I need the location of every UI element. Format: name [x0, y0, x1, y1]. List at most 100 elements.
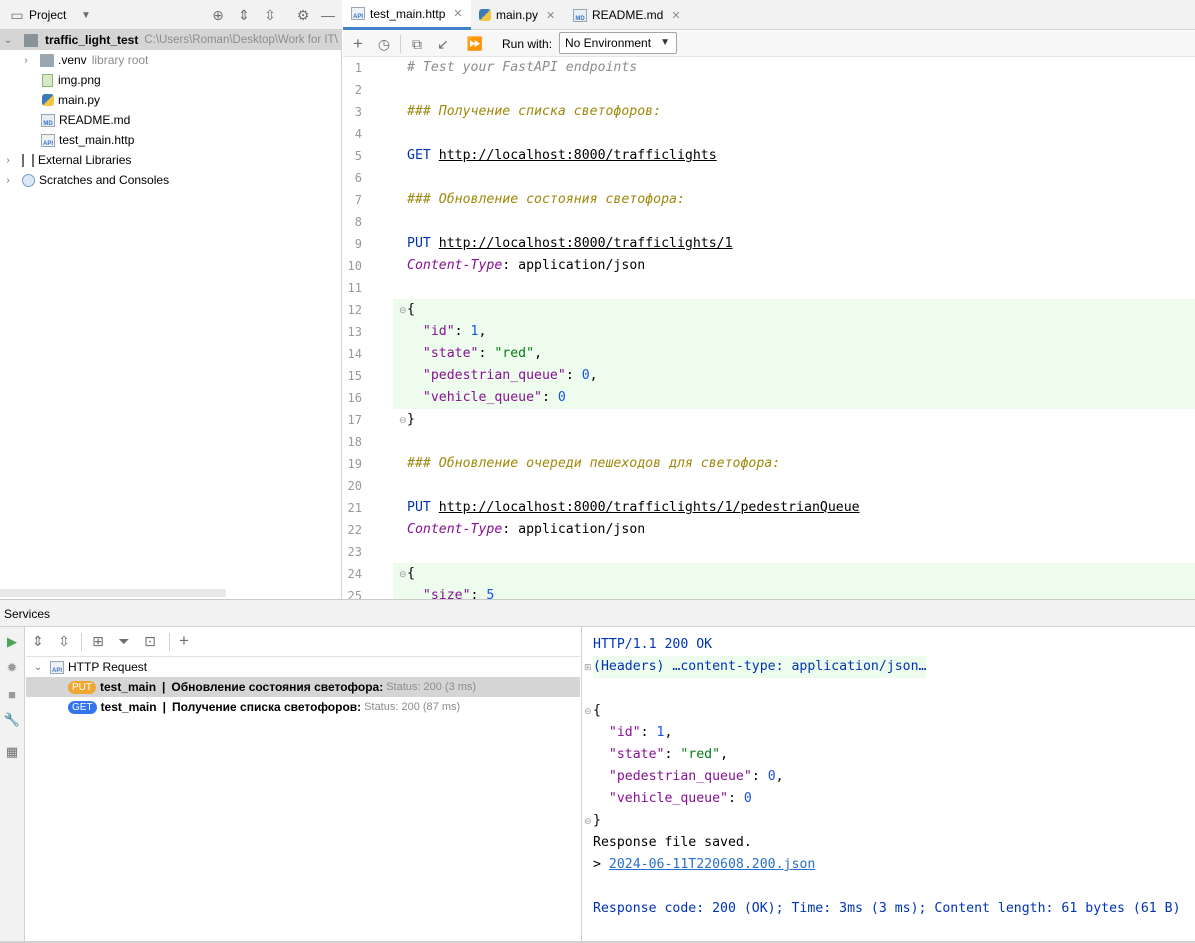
request-url[interactable]: http://localhost:8000/trafficlights	[439, 148, 717, 163]
method-badge: GET	[68, 700, 97, 714]
collapse-all-icon[interactable]: ⇳	[56, 633, 72, 649]
filter-icon[interactable]: ⏷	[116, 633, 132, 649]
code-line: "id": 1,	[422, 324, 487, 339]
request-title: Получение списка светофоров:	[171, 700, 362, 714]
fold-icon[interactable]: ⊖	[399, 305, 407, 316]
expand-all-icon[interactable]: ⇕	[30, 633, 46, 649]
minimize-icon[interactable]: —	[320, 7, 336, 23]
gear-icon[interactable]: ⚙	[295, 7, 311, 23]
http-method: GET	[407, 148, 431, 163]
run-icon[interactable]: ▶	[4, 634, 20, 650]
line-number: 7	[354, 193, 362, 207]
json-key: "vehicle_queue"	[608, 791, 728, 806]
close-icon[interactable]: ✕	[546, 9, 555, 22]
line-number: 22	[347, 523, 362, 537]
request-url[interactable]: http://localhost:8000/trafficlights/1/pe…	[439, 500, 860, 515]
add-request-icon[interactable]: +	[350, 34, 366, 53]
close-icon[interactable]: ✕	[671, 9, 680, 22]
chevron-right-icon[interactable]: ›	[20, 55, 32, 66]
response-panel[interactable]: HTTP/1.1 200 OK ⊞ (Headers) …content-typ…	[581, 627, 1195, 943]
expand-all-icon[interactable]: ⇕	[236, 7, 252, 23]
add-service-icon[interactable]: +	[176, 631, 192, 650]
header-value: : application/json	[502, 258, 646, 273]
fold-icon[interactable]: ⊖	[399, 415, 407, 426]
line-number: 6	[354, 171, 362, 185]
chevron-right-icon[interactable]: ›	[2, 155, 14, 166]
code-line: }	[407, 412, 415, 427]
tree-item-http-request[interactable]: ⌄ API HTTP Request	[26, 657, 580, 677]
new-tab-icon[interactable]: ⊡	[142, 633, 158, 649]
json-key: "id"	[608, 725, 641, 740]
tree-item-scratches[interactable]: › Scratches and Consoles	[0, 170, 342, 190]
copy-icon[interactable]: ⧉	[409, 36, 425, 52]
group-label: HTTP Request	[68, 660, 148, 674]
http-method: PUT	[407, 500, 431, 515]
tab-main-py[interactable]: main.py ✕	[471, 0, 563, 30]
line-number: 23	[347, 545, 362, 559]
code-line: "vehicle_queue": 0	[422, 390, 566, 405]
expand-headers-icon[interactable]: ⊞	[584, 662, 592, 673]
line-number: 8	[354, 215, 362, 229]
project-title[interactable]: Project	[29, 8, 66, 22]
project-view-icon: ▭	[10, 6, 24, 23]
tree-item-venv[interactable]: › .venv library root	[0, 50, 342, 70]
request-row[interactable]: GET test_main | Получение списка светофо…	[26, 697, 580, 717]
environment-select[interactable]: No Environment ▼	[559, 32, 677, 54]
scratches-label: Scratches and Consoles	[39, 173, 170, 187]
tree-item-external-libraries[interactable]: › External Libraries	[0, 150, 342, 170]
run-all-icon[interactable]: ⏩	[467, 36, 483, 52]
request-row[interactable]: PUT test_main | Обновление состояния све…	[26, 677, 580, 697]
tree-item-project-root[interactable]: ⌄ traffic_light_test C:\Users\Roman\Desk…	[0, 30, 342, 50]
tab-readme[interactable]: MD README.md ✕	[565, 0, 689, 30]
json-key: "size"	[422, 588, 471, 599]
history-icon[interactable]: ◷	[376, 36, 392, 52]
import-icon[interactable]: ↙	[435, 36, 451, 52]
code-line: Content-Type: application/json	[407, 519, 645, 541]
toolbar-divider	[169, 633, 170, 651]
tree-item-main-py[interactable]: main.py	[0, 90, 342, 110]
debug-icon[interactable]: ✹	[4, 660, 20, 676]
response-file-link[interactable]: 2024-06-11T220608.200.json	[609, 857, 815, 872]
fold-icon[interactable]: ⊖	[584, 706, 592, 717]
venv-label: .venv	[58, 53, 87, 67]
group-by-icon[interactable]: ⊞	[90, 633, 106, 649]
chevron-down-icon[interactable]: ⌄	[32, 662, 44, 673]
library-icon	[22, 153, 34, 167]
tab-label: test_main.http	[370, 6, 446, 21]
json-value: "red"	[494, 346, 535, 361]
tab-test-main-http[interactable]: API test_main.http ✕	[343, 0, 471, 30]
tree-item-img[interactable]: img.png	[0, 70, 342, 90]
fold-icon[interactable]: ⊖	[399, 569, 407, 580]
folder-icon	[24, 33, 38, 47]
header-key: Content-Type	[407, 522, 503, 537]
response-headers-collapsed[interactable]: (Headers) …content-type: application/jso…	[593, 656, 927, 678]
json-key: "state"	[608, 747, 665, 762]
chevron-down-icon[interactable]: ⌄	[2, 35, 14, 46]
tab-label: README.md	[592, 8, 664, 22]
request-title: Обновление состояния светофора:	[171, 680, 384, 694]
code-editor[interactable]: # Test your FastAPI endpoints ### Получе…	[393, 57, 1195, 599]
tree-item-test-main-http[interactable]: API test_main.http	[0, 130, 342, 150]
code-line: "state": "red",	[422, 346, 543, 361]
chevron-right-icon[interactable]: ›	[2, 175, 14, 186]
fold-icon[interactable]: ⊖	[584, 816, 592, 827]
separator: |	[162, 700, 166, 714]
collapse-all-icon[interactable]: ⇳	[262, 7, 278, 23]
locate-icon[interactable]: ⊕	[210, 7, 226, 23]
img-label: img.png	[58, 73, 101, 87]
line-number: 5	[354, 149, 362, 163]
external-libraries-label: External Libraries	[38, 153, 132, 167]
editor-tabs: API test_main.http ✕ main.py ✕ MD README…	[343, 0, 1195, 30]
close-icon[interactable]: ✕	[453, 7, 462, 20]
tree-item-readme[interactable]: MD README.md	[0, 110, 342, 130]
layout-icon[interactable]: ▦	[4, 744, 20, 760]
json-value: 0	[557, 390, 566, 405]
environment-value: No Environment	[565, 36, 652, 50]
line-number: 13	[347, 325, 362, 339]
json-key: "id"	[422, 324, 455, 339]
stop-icon[interactable]: ■	[4, 686, 20, 702]
request-url[interactable]: http://localhost:8000/trafficlights/1	[439, 236, 733, 251]
horizontal-scrollbar[interactable]	[0, 589, 226, 597]
wrench-icon[interactable]: 🔧	[4, 712, 20, 728]
chevron-down-icon[interactable]: ▼	[78, 7, 94, 23]
